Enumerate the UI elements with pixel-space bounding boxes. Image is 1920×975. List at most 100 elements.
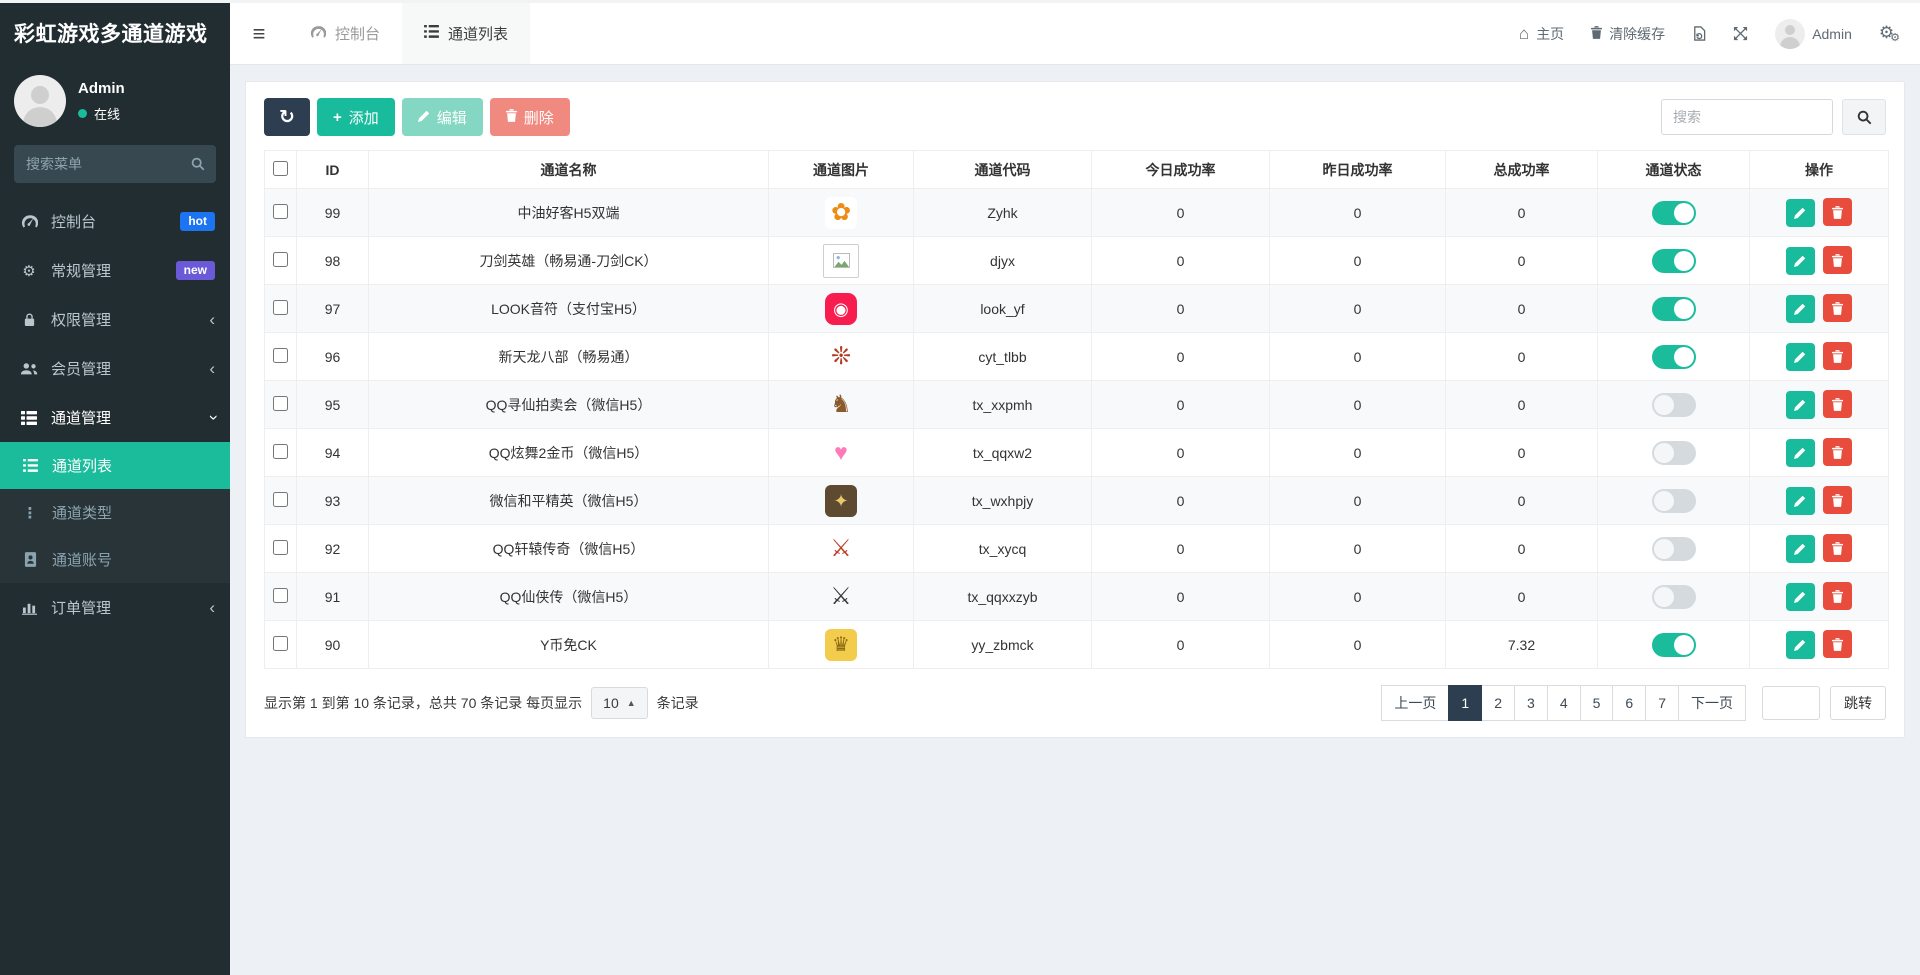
row-checkbox[interactable] bbox=[273, 396, 288, 411]
page-size-dropdown[interactable]: 10 ▲ bbox=[591, 687, 648, 719]
channel-status-toggle[interactable] bbox=[1652, 489, 1696, 513]
row-edit-button[interactable] bbox=[1786, 631, 1815, 659]
row-delete-button[interactable] bbox=[1823, 390, 1852, 418]
home-link[interactable]: ⌂ 主页 bbox=[1519, 24, 1564, 44]
edit-button[interactable]: 编辑 bbox=[402, 98, 483, 136]
row-checkbox[interactable] bbox=[273, 588, 288, 603]
tab-console[interactable]: 控制台 bbox=[288, 3, 402, 64]
row-edit-button[interactable] bbox=[1786, 247, 1815, 275]
table-search-input[interactable] bbox=[1661, 99, 1833, 135]
clear-cache-button[interactable]: 清除缓存 bbox=[1591, 24, 1665, 44]
page-button-7[interactable]: 7 bbox=[1645, 685, 1679, 721]
table-row: 96 新天龙八部（畅易通） ❊ cyt_tlbb 0 0 0 bbox=[265, 333, 1889, 381]
search-icon[interactable] bbox=[191, 157, 205, 176]
total-success-rate: 0 bbox=[1446, 477, 1598, 525]
pagination-bar: 显示第 1 到第 10 条记录，总共 70 条记录 每页显示 10 ▲ 条记录 … bbox=[264, 685, 1886, 721]
row-delete-button[interactable] bbox=[1823, 582, 1852, 610]
row-delete-button[interactable] bbox=[1823, 630, 1852, 658]
today-success-rate: 0 bbox=[1092, 525, 1270, 573]
page-jump-button[interactable]: 跳转 bbox=[1830, 686, 1886, 720]
today-success-rate: 0 bbox=[1092, 621, 1270, 669]
channel-id: 92 bbox=[297, 525, 369, 573]
row-checkbox[interactable] bbox=[273, 492, 288, 507]
row-edit-button[interactable] bbox=[1786, 391, 1815, 419]
page-jump-input[interactable] bbox=[1762, 686, 1820, 720]
sidebar-item-label: 通道账号 bbox=[52, 549, 112, 570]
channel-status-toggle[interactable] bbox=[1652, 633, 1696, 657]
page-button-1[interactable]: 1 bbox=[1448, 685, 1482, 721]
row-edit-button[interactable] bbox=[1786, 343, 1815, 371]
yesterday-success-rate: 0 bbox=[1270, 189, 1446, 237]
row-checkbox[interactable] bbox=[273, 348, 288, 363]
total-success-rate: 0 bbox=[1446, 429, 1598, 477]
caret-up-icon: ▲ bbox=[627, 698, 636, 708]
next-page-button[interactable]: 下一页 bbox=[1678, 685, 1746, 721]
yesterday-success-rate: 0 bbox=[1270, 429, 1446, 477]
channel-status-toggle[interactable] bbox=[1652, 201, 1696, 225]
user-menu[interactable]: Admin bbox=[1775, 19, 1852, 49]
row-checkbox[interactable] bbox=[273, 300, 288, 315]
channel-name: QQ轩辕传奇（微信H5） bbox=[369, 525, 769, 573]
sidebar-item-console[interactable]: 控制台 hot bbox=[0, 197, 230, 246]
channel-status-toggle[interactable] bbox=[1652, 585, 1696, 609]
row-delete-button[interactable] bbox=[1823, 342, 1852, 370]
channel-status-toggle[interactable] bbox=[1652, 537, 1696, 561]
page-button-2[interactable]: 2 bbox=[1481, 685, 1515, 721]
row-edit-button[interactable] bbox=[1786, 487, 1815, 515]
row-checkbox[interactable] bbox=[273, 252, 288, 267]
channel-status-toggle[interactable] bbox=[1652, 345, 1696, 369]
channel-status-toggle[interactable] bbox=[1652, 393, 1696, 417]
sidebar-item-general[interactable]: ⚙ 常规管理 new bbox=[0, 246, 230, 295]
fullscreen-icon[interactable] bbox=[1733, 26, 1748, 41]
sidebar-item-channel-accounts[interactable]: 通道账号 bbox=[0, 536, 230, 583]
refresh-page-icon[interactable] bbox=[1692, 26, 1706, 41]
page-button-4[interactable]: 4 bbox=[1547, 685, 1581, 721]
delete-button[interactable]: 删除 bbox=[490, 98, 570, 136]
channel-name: Y币免CK bbox=[369, 621, 769, 669]
yesterday-success-rate: 0 bbox=[1270, 477, 1446, 525]
sidebar-item-label: 会员管理 bbox=[51, 358, 198, 379]
sidebar-item-channel-list[interactable]: 通道列表 bbox=[0, 442, 230, 489]
channel-status-toggle[interactable] bbox=[1652, 249, 1696, 273]
sidebar-search-input[interactable] bbox=[14, 145, 216, 183]
users-icon bbox=[18, 362, 40, 376]
table-search-button[interactable] bbox=[1842, 99, 1886, 135]
sidebar-item-channel-types[interactable]: ⋮ 通道类型 bbox=[0, 489, 230, 536]
page-button-3[interactable]: 3 bbox=[1514, 685, 1548, 721]
settings-cogs-icon[interactable]: ⚙ ⚙ bbox=[1879, 23, 1900, 44]
row-delete-button[interactable] bbox=[1823, 294, 1852, 322]
row-edit-button[interactable] bbox=[1786, 583, 1815, 611]
channel-code: tx_xycq bbox=[914, 525, 1092, 573]
channel-name: 微信和平精英（微信H5） bbox=[369, 477, 769, 525]
row-edit-button[interactable] bbox=[1786, 439, 1815, 467]
page-button-5[interactable]: 5 bbox=[1580, 685, 1614, 721]
yesterday-success-rate: 0 bbox=[1270, 573, 1446, 621]
add-button[interactable]: + 添加 bbox=[317, 98, 395, 136]
tab-channel-list[interactable]: 通道列表 bbox=[402, 3, 530, 64]
sidebar-item-orders[interactable]: 订单管理 ‹ bbox=[0, 583, 230, 632]
prev-page-button[interactable]: 上一页 bbox=[1381, 685, 1449, 721]
row-delete-button[interactable] bbox=[1823, 534, 1852, 562]
row-checkbox[interactable] bbox=[273, 636, 288, 651]
sidebar-item-channels[interactable]: 通道管理 ‹ bbox=[0, 393, 230, 442]
sidebar-toggle-button[interactable]: ≡ bbox=[230, 3, 288, 64]
row-delete-button[interactable] bbox=[1823, 486, 1852, 514]
row-delete-button[interactable] bbox=[1823, 198, 1852, 226]
row-checkbox[interactable] bbox=[273, 444, 288, 459]
row-edit-button[interactable] bbox=[1786, 535, 1815, 563]
row-edit-button[interactable] bbox=[1786, 295, 1815, 323]
select-all-checkbox[interactable] bbox=[273, 161, 288, 176]
sidebar-item-permissions[interactable]: 权限管理 ‹ bbox=[0, 295, 230, 344]
channel-status-toggle[interactable] bbox=[1652, 441, 1696, 465]
row-delete-button[interactable] bbox=[1823, 438, 1852, 466]
channel-name: LOOK音符（支付宝H5） bbox=[369, 285, 769, 333]
row-checkbox[interactable] bbox=[273, 204, 288, 219]
page-button-6[interactable]: 6 bbox=[1612, 685, 1646, 721]
sidebar-item-members[interactable]: 会员管理 ‹ bbox=[0, 344, 230, 393]
row-edit-button[interactable] bbox=[1786, 199, 1815, 227]
channel-status-toggle[interactable] bbox=[1652, 297, 1696, 321]
refresh-button[interactable]: ↻ bbox=[264, 98, 310, 136]
row-checkbox[interactable] bbox=[273, 540, 288, 555]
row-delete-button[interactable] bbox=[1823, 246, 1852, 274]
channel-image: ⚔ bbox=[825, 533, 857, 565]
